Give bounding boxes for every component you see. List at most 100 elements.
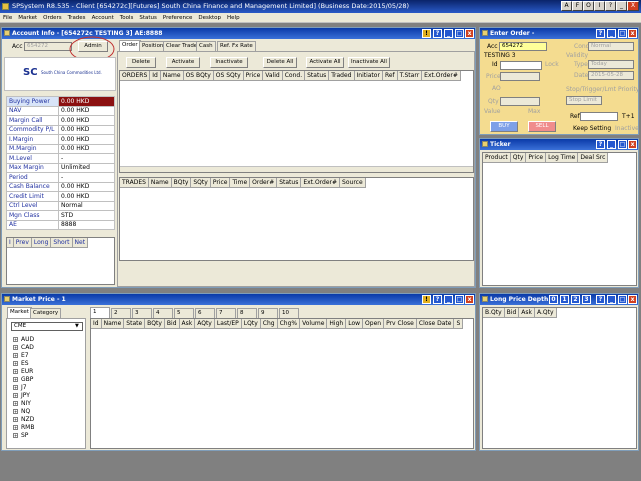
expand-icon[interactable]: + [13, 433, 18, 438]
market-tree-item[interactable]: + E7 [9, 352, 34, 360]
close-icon[interactable]: x [628, 140, 637, 149]
title-help-button[interactable]: ? [605, 1, 616, 11]
maximize-icon[interactable]: □ [455, 295, 464, 304]
orders-col-status[interactable]: Status [305, 71, 330, 81]
depth-col-ask[interactable]: Ask [519, 308, 535, 318]
ao-checkbox[interactable]: AO [492, 84, 501, 93]
page-tab-8[interactable]: 8 [237, 308, 257, 318]
ref-input[interactable] [580, 112, 618, 121]
trades-col-trades[interactable]: TRADES [120, 178, 149, 188]
ticker-col-product[interactable]: Product [483, 153, 511, 163]
trades-col-name[interactable]: Name [148, 178, 172, 188]
expand-icon[interactable]: + [13, 377, 18, 382]
depth-col-bid[interactable]: Bid [504, 308, 520, 318]
close-icon[interactable]: x [628, 295, 637, 304]
t1-checkbox[interactable]: T+1 [622, 112, 635, 121]
trades-col-order[interactable]: Order# [250, 178, 278, 188]
market-tree-item[interactable]: + NIY [9, 400, 34, 408]
close-icon[interactable]: x [465, 295, 474, 304]
position-grid[interactable]: I Prev Long Short Net [6, 237, 115, 285]
expand-icon[interactable]: + [13, 401, 18, 406]
maximize-icon[interactable]: □ [455, 29, 464, 38]
title-button-a[interactable]: A [561, 1, 572, 11]
market-col-bqty[interactable]: BQty [145, 319, 165, 329]
tab-order[interactable]: Order [119, 40, 141, 51]
date-input[interactable]: 2015-05-28 [588, 71, 634, 80]
help-icon[interactable]: ? [596, 140, 605, 149]
help-icon[interactable]: ? [433, 29, 442, 38]
acc-input[interactable]: 654272 [24, 42, 72, 51]
trades-grid[interactable]: TRADES Name BQty SQty Price Time Order# Status E… [119, 177, 474, 261]
inactivate-button[interactable]: Inactivate [210, 57, 248, 68]
trades-col-ext-order[interactable]: Ext.Order# [301, 178, 341, 188]
orders-col-ext-order[interactable]: Ext.Order# [422, 71, 461, 81]
expand-icon[interactable]: + [13, 361, 18, 366]
market-col-ask[interactable]: Ask [179, 319, 196, 329]
close-button[interactable]: X [627, 1, 639, 11]
keep-setting-checkbox[interactable]: Keep Setting [573, 124, 611, 133]
market-tree-item[interactable]: + ES [9, 360, 34, 368]
depth-col-a-qty[interactable]: A.Qty [534, 308, 557, 318]
pos-col-net[interactable]: Net [72, 238, 89, 248]
ticker-col-log-time[interactable]: Log Time [546, 153, 579, 163]
maximize-icon[interactable]: □ [618, 140, 627, 149]
delete-button[interactable]: Delete [126, 57, 156, 68]
orders-col-t-starr[interactable]: T.Starr [397, 71, 423, 81]
expand-icon[interactable]: + [13, 369, 18, 374]
page-tab-2[interactable]: 2 [111, 308, 131, 318]
ticker-grid[interactable]: Product Qty Price Log Time Deal Src [482, 152, 637, 286]
page-tab-5[interactable]: 5 [174, 308, 194, 318]
expand-icon[interactable]: + [13, 417, 18, 422]
page-3-button[interactable]: 3 [582, 295, 591, 304]
trades-col-time[interactable]: Time [230, 178, 251, 188]
qty-input[interactable] [500, 97, 540, 106]
market-tree-item[interactable]: + AUD [9, 336, 34, 344]
expand-icon[interactable]: + [13, 345, 18, 350]
lock-icon[interactable]: ! [422, 295, 431, 304]
order-acc-select[interactable]: 654272 [499, 42, 547, 51]
minimize-icon[interactable]: _ [444, 295, 453, 304]
orders-col-valid[interactable]: Valid [263, 71, 283, 81]
ticker-titlebar[interactable]: Ticker ? _ □ x [480, 139, 638, 150]
orders-col-name[interactable]: Name [160, 71, 184, 81]
menu-orders[interactable]: Orders [40, 13, 65, 23]
tab-ref-fx-rate[interactable]: Ref. Fx Rate [217, 41, 256, 51]
market-col-open[interactable]: Open [363, 319, 385, 329]
pos-col-short[interactable]: Short [51, 238, 73, 248]
trades-col-price[interactable]: Price [210, 178, 231, 188]
page-tab-9[interactable]: 9 [258, 308, 278, 318]
minimize-button[interactable]: _ [616, 1, 627, 11]
validity-type-select[interactable]: Today [588, 60, 634, 69]
page-tab-4[interactable]: 4 [153, 308, 173, 318]
close-icon[interactable]: x [465, 29, 474, 38]
lock-icon[interactable]: ! [422, 29, 431, 38]
buy-button[interactable]: BUY [490, 121, 518, 132]
tab-market[interactable]: Market [7, 307, 32, 318]
market-col-state[interactable]: State [124, 319, 146, 329]
market-tree-item[interactable]: + SP [9, 432, 34, 440]
chevron-down-icon[interactable]: ▼ [75, 323, 79, 329]
trades-col-status[interactable]: Status [277, 178, 302, 188]
depth-col-b-qty[interactable]: B.Qty [483, 308, 505, 318]
product-id-input[interactable] [500, 61, 542, 70]
market-price-titlebar[interactable]: Market Price - 1 ! ? _ □ x [2, 294, 475, 305]
tab-category[interactable]: Category [30, 308, 62, 318]
price-input[interactable] [500, 72, 540, 81]
help-icon[interactable]: ? [433, 295, 442, 304]
minimize-icon[interactable]: _ [444, 29, 453, 38]
menu-preference[interactable]: Preference [160, 13, 195, 23]
market-col-bid[interactable]: Bid [164, 319, 180, 329]
trades-col-bqty[interactable]: BQty [171, 178, 192, 188]
market-col-high[interactable]: High [327, 319, 347, 329]
activate-all-button[interactable]: Activate All [306, 57, 344, 68]
pos-col-i[interactable]: I [7, 238, 14, 248]
ticker-col-deal-src[interactable]: Deal Src [578, 153, 609, 163]
expand-icon[interactable]: + [13, 353, 18, 358]
market-col-lqty[interactable]: LQty [241, 319, 261, 329]
orders-grid[interactable]: ORDERS Id Name OS BQty OS SQty Price Valid Cond… [119, 70, 474, 173]
orders-col-orders[interactable]: ORDERS [120, 71, 151, 81]
orders-horizontal-scrollbar[interactable] [120, 166, 473, 172]
market-tree-item[interactable]: + NQ [9, 408, 34, 416]
expand-icon[interactable]: + [13, 425, 18, 430]
menu-market[interactable]: Market [15, 13, 40, 23]
